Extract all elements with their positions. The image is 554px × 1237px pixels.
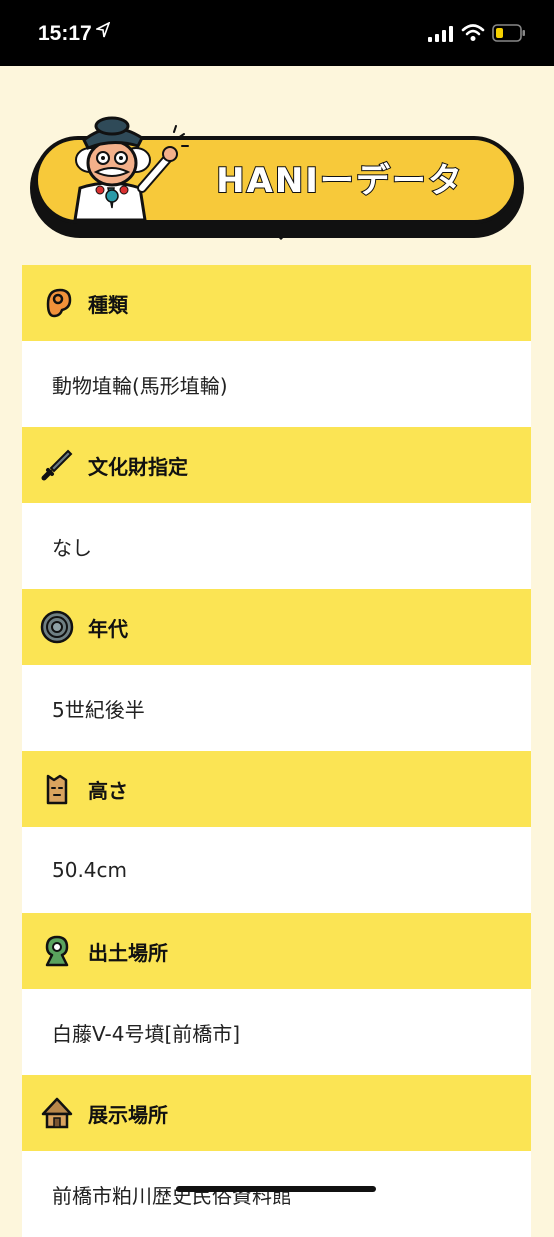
banner-speech-notch [266, 226, 296, 240]
section-title: 高さ [88, 778, 128, 803]
status-time: 15:17 [38, 22, 92, 45]
keyhole-tomb-icon [40, 934, 74, 968]
professor-mascot-icon [50, 108, 190, 228]
status-bar: 15:17 [0, 0, 554, 66]
section-value: 動物埴輪(馬形埴輪) [22, 341, 531, 427]
location-arrow-icon [94, 21, 111, 42]
section-title: 種類 [88, 292, 128, 317]
section-title: 展示場所 [88, 1102, 168, 1127]
section-value: 前橋市粕川歴史民俗資料館 [22, 1151, 531, 1237]
section-header-designation: 文化財指定 [22, 427, 531, 503]
section-value: なし [22, 503, 531, 589]
haniwa-head-icon [40, 286, 74, 320]
section-header-exhibition-site: 展示場所 [22, 1075, 531, 1151]
section-header-type: 種類 [22, 265, 531, 341]
section-value: 5世紀後半 [22, 665, 531, 751]
section-value: 50.4cm [22, 827, 531, 913]
section-title: 出土場所 [88, 940, 168, 965]
thatched-house-icon [40, 1096, 74, 1130]
section-title: 文化財指定 [88, 454, 188, 479]
haniwa-figure-icon [40, 772, 74, 806]
cellular-signal-icon [428, 26, 454, 46]
section-value: 白藤V-4号墳[前橋市] [22, 989, 531, 1075]
section-header-height: 高さ [22, 751, 531, 827]
sword-icon [40, 448, 74, 482]
home-indicator[interactable] [176, 1186, 376, 1192]
section-header-era: 年代 [22, 589, 531, 665]
wifi-icon [461, 24, 485, 46]
section-header-excavation-site: 出土場所 [22, 913, 531, 989]
hani-data-list: 種類 動物埴輪(馬形埴輪) 文化財指定 なし 年代 5世紀後半 高さ 50.4c… [22, 265, 531, 1237]
hani-data-banner: HANIーデータ [30, 108, 530, 258]
banner-title: HANIーデータ [215, 160, 464, 202]
section-title: 年代 [88, 616, 128, 641]
bronze-mirror-icon [40, 610, 74, 644]
battery-icon [492, 24, 526, 46]
